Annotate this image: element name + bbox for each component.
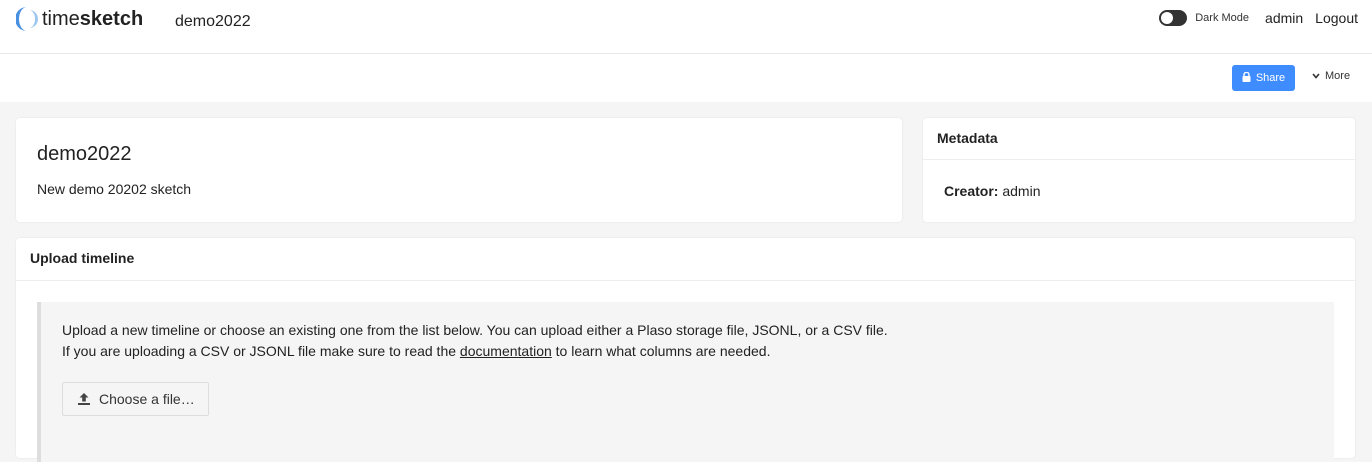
upload-heading: Upload timeline <box>30 250 135 266</box>
divider <box>923 159 1355 160</box>
metadata-heading: Metadata <box>937 130 998 146</box>
sketch-info-card: demo2022 New demo 20202 sketch <box>16 118 902 222</box>
share-button-label: Share <box>1255 72 1286 84</box>
share-button[interactable]: Share <box>1232 65 1295 91</box>
upload-csv-note-text: If you are uploading a CSV or JSONL file… <box>62 343 457 359</box>
chevron-down-icon <box>1312 70 1320 82</box>
creator-label: Creator: <box>944 183 999 199</box>
upload-csv-note: If you are uploading a CSV or JSONL file… <box>62 343 770 359</box>
sketch-name: demo2022 <box>175 13 251 30</box>
choose-file-label: Choose a file… <box>99 391 195 407</box>
timesketch-logo-icon <box>15 6 38 32</box>
more-button-label: More <box>1325 70 1351 82</box>
upload-csv-note-tail: to learn what columns are needed. <box>555 343 771 359</box>
documentation-link[interactable]: documentation <box>460 343 552 359</box>
more-button[interactable]: More <box>1312 70 1350 82</box>
upload-timeline-card: Upload timeline Upload a new timeline or… <box>16 238 1355 462</box>
choose-file-button[interactable]: Choose a file… <box>62 382 209 416</box>
logout-link[interactable]: Logout <box>1315 10 1358 26</box>
upload-icon <box>77 392 91 406</box>
creator-value: admin <box>1002 183 1041 199</box>
metadata-card: Metadata Creator: admin <box>923 118 1355 222</box>
upload-instructions: Upload a new timeline or choose an exist… <box>62 322 888 338</box>
divider <box>16 280 1355 281</box>
upload-panel: Upload a new timeline or choose an exist… <box>37 302 1334 462</box>
toggle-switch-icon[interactable] <box>1159 10 1188 26</box>
app-logo-text: timesketch <box>42 7 144 30</box>
creator-row: Creator: admin <box>944 183 1041 199</box>
sketch-title: demo2022 <box>37 143 132 165</box>
right-nav: Dark Mode admin Logout <box>1159 10 1358 26</box>
action-bar: Share More <box>0 54 1372 102</box>
top-app-bar: timesketch demo2022 Dark Mode admin Logo… <box>0 0 1372 54</box>
dark-mode-label: Dark Mode <box>1195 12 1250 24</box>
sketch-description: New demo 20202 sketch <box>37 181 192 197</box>
lock-icon <box>1242 71 1251 85</box>
app-logo[interactable]: timesketch <box>15 6 144 32</box>
user-menu[interactable]: admin <box>1265 10 1303 26</box>
